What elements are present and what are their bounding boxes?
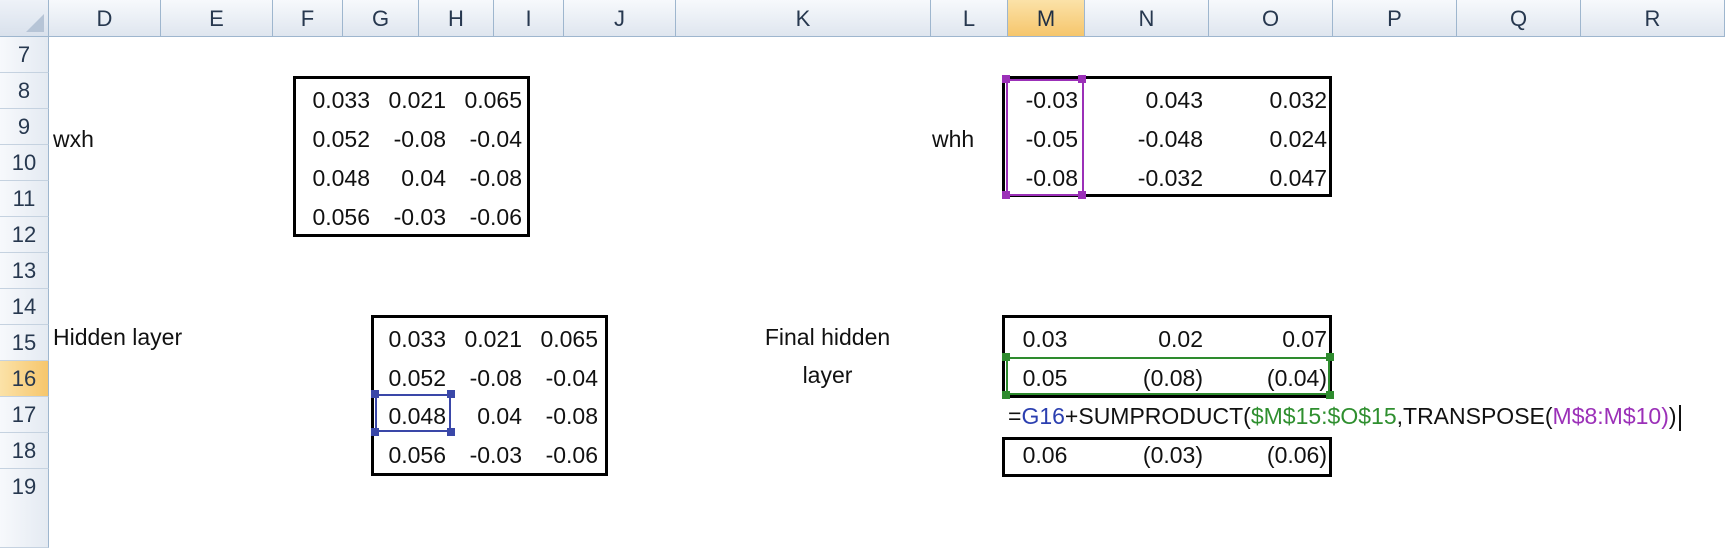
spreadsheet-grid[interactable]: D E F G H I J K L M N O P Q R 7 8 9 10 1… <box>0 0 1725 548</box>
hidden-cell[interactable]: 0.052 <box>376 360 446 396</box>
final-cell[interactable]: 0.02 <box>1085 321 1203 357</box>
row-header-15[interactable]: 15 <box>0 325 49 361</box>
hidden-cell[interactable]: 0.065 <box>528 321 598 357</box>
column-header-f[interactable]: F <box>273 0 343 37</box>
whh-cell[interactable]: 0.024 <box>1209 121 1327 157</box>
formula-close-inner: ) <box>1661 403 1669 429</box>
hidden-cell[interactable]: 0.021 <box>452 321 522 357</box>
wxh-cell[interactable]: 0.052 <box>300 121 370 157</box>
column-header-g[interactable]: G <box>343 0 419 37</box>
wxh-cell[interactable]: -0.08 <box>376 121 446 157</box>
column-header-r[interactable]: R <box>1581 0 1725 37</box>
column-header-j[interactable]: J <box>564 0 676 37</box>
row-header-17[interactable]: 17 <box>0 397 49 433</box>
wxh-cell[interactable]: -0.03 <box>376 199 446 235</box>
formula-edit-m16[interactable]: =G16+SUMPRODUCT($M$15:$O$15,TRANSPOSE(M$… <box>1008 398 1681 434</box>
formula-transpose: ,TRANSPOSE( <box>1396 403 1553 429</box>
row-header-12[interactable]: 12 <box>0 217 49 253</box>
label-wxh[interactable]: wxh <box>53 121 94 157</box>
wxh-cell[interactable]: 0.065 <box>452 82 522 118</box>
hidden-cell[interactable]: -0.04 <box>528 360 598 396</box>
row-header-7[interactable]: 7 <box>0 37 49 73</box>
hidden-cell[interactable]: -0.08 <box>528 398 598 434</box>
wxh-cell[interactable]: 0.048 <box>300 160 370 196</box>
hidden-cell[interactable]: -0.03 <box>452 437 522 473</box>
final-cell[interactable]: 0.06 <box>1006 437 1084 473</box>
column-header-m[interactable]: M <box>1008 0 1085 37</box>
whh-cell[interactable]: -0.05 <box>1006 121 1078 157</box>
wxh-cell[interactable]: -0.06 <box>452 199 522 235</box>
formula-ref-m8-m10[interactable]: M$8:M$10 <box>1553 403 1662 429</box>
wxh-cell[interactable]: -0.04 <box>452 121 522 157</box>
row-header-19[interactable]: 19 <box>0 469 49 548</box>
formula-ref-g16[interactable]: G16 <box>1021 403 1064 429</box>
text-caret <box>1678 404 1681 431</box>
row-header-18[interactable]: 18 <box>0 433 49 469</box>
wxh-cell[interactable]: 0.04 <box>376 160 446 196</box>
formula-equals: = <box>1008 403 1022 429</box>
formula-sumproduct: +SUMPRODUCT( <box>1064 403 1251 429</box>
whh-cell[interactable]: 0.047 <box>1209 160 1327 196</box>
final-cell[interactable]: (0.08) <box>1085 360 1203 396</box>
final-cell[interactable]: (0.03) <box>1085 437 1203 473</box>
column-header-d[interactable]: D <box>49 0 161 37</box>
column-header-q[interactable]: Q <box>1457 0 1581 37</box>
final-cell[interactable]: 0.07 <box>1209 321 1327 357</box>
wxh-cell[interactable]: 0.021 <box>376 82 446 118</box>
whh-cell[interactable]: 0.043 <box>1085 82 1203 118</box>
row-header-16[interactable]: 16 <box>0 361 49 397</box>
label-whh[interactable]: whh <box>932 121 974 157</box>
row-header-13[interactable]: 13 <box>0 253 49 289</box>
label-final-hidden-line2[interactable]: layer <box>720 357 935 393</box>
whh-cell[interactable]: 0.032 <box>1209 82 1327 118</box>
row-header-8[interactable]: 8 <box>0 73 49 109</box>
whh-cell[interactable]: -0.048 <box>1085 121 1203 157</box>
formula-close-outer: ) <box>1668 403 1677 429</box>
wxh-cell[interactable]: 0.056 <box>300 199 370 235</box>
wxh-cell[interactable]: 0.033 <box>300 82 370 118</box>
final-cell[interactable]: (0.04) <box>1209 360 1327 396</box>
row-header-14[interactable]: 14 <box>0 289 49 325</box>
label-final-hidden-line1[interactable]: Final hidden <box>720 319 935 355</box>
column-header-p[interactable]: P <box>1333 0 1457 37</box>
final-cell[interactable]: (0.06) <box>1209 437 1327 473</box>
row-header-10[interactable]: 10 <box>0 145 49 181</box>
column-header-l[interactable]: L <box>931 0 1008 37</box>
hidden-cell[interactable]: 0.033 <box>376 321 446 357</box>
final-cell[interactable]: 0.03 <box>1006 321 1084 357</box>
select-all-button[interactable] <box>0 0 49 37</box>
row-header-9[interactable]: 9 <box>0 109 49 145</box>
hidden-cell[interactable]: -0.06 <box>528 437 598 473</box>
whh-cell[interactable]: -0.08 <box>1006 160 1078 196</box>
formula-ref-m15-o15[interactable]: $M$15:$O$15 <box>1251 403 1397 429</box>
column-header-o[interactable]: O <box>1209 0 1333 37</box>
column-header-n[interactable]: N <box>1085 0 1209 37</box>
row-header-11[interactable]: 11 <box>0 181 49 217</box>
hidden-cell[interactable]: -0.08 <box>452 360 522 396</box>
select-all-triangle <box>26 14 44 32</box>
column-header-k[interactable]: K <box>676 0 931 37</box>
whh-cell[interactable]: -0.032 <box>1085 160 1203 196</box>
column-header-h[interactable]: H <box>419 0 494 37</box>
column-header-e[interactable]: E <box>161 0 273 37</box>
final-cell[interactable]: 0.05 <box>1006 360 1084 396</box>
hidden-cell[interactable]: 0.056 <box>376 437 446 473</box>
hidden-cell[interactable]: 0.04 <box>452 398 522 434</box>
label-hidden-layer[interactable]: Hidden layer <box>53 319 182 355</box>
range-handle[interactable] <box>1326 353 1334 361</box>
column-header-i[interactable]: I <box>494 0 564 37</box>
wxh-cell[interactable]: -0.08 <box>452 160 522 196</box>
hidden-cell[interactable]: 0.048 <box>376 398 446 434</box>
whh-cell[interactable]: -0.03 <box>1006 82 1078 118</box>
